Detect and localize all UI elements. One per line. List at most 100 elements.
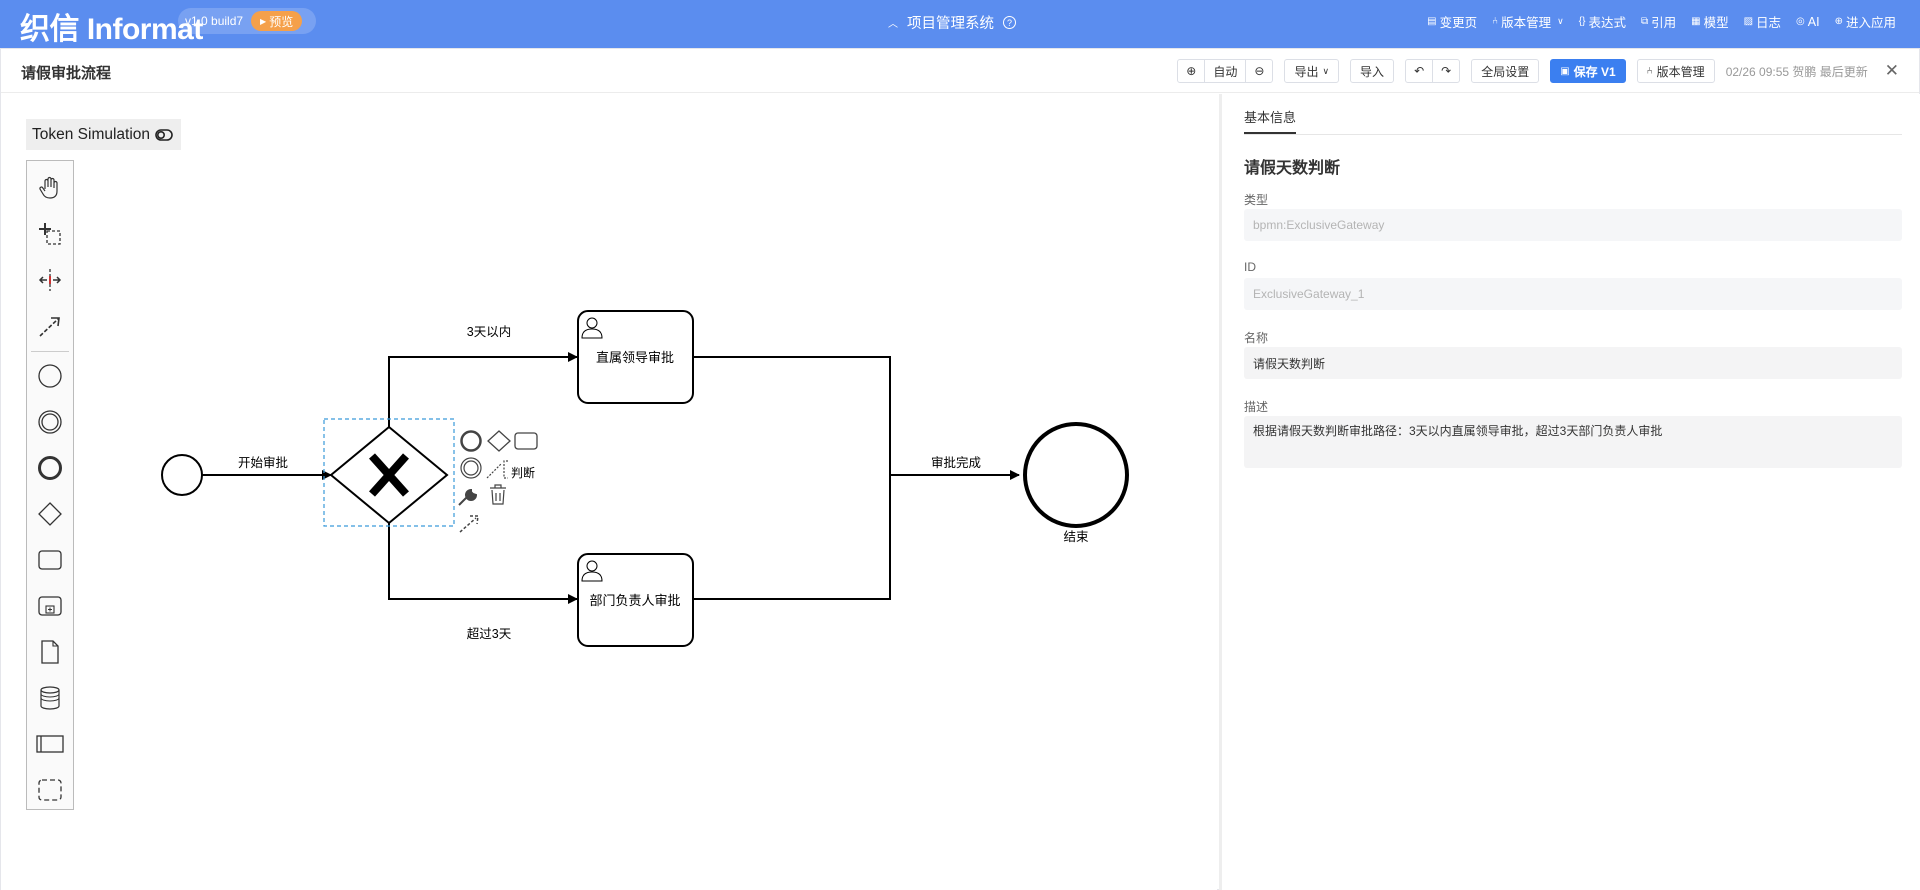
gateway-selection-outline <box>323 418 455 527</box>
process-diagram: 开始审批 3天以内 超过3天 审批完成 判断 直属领导审批 部门负责人审批 结束 <box>161 310 1129 647</box>
braces-icon: {} <box>1578 16 1586 27</box>
user-task-icon <box>581 560 603 582</box>
end-event <box>1023 422 1129 528</box>
chevron-down-icon: ∨ <box>1557 16 1564 26</box>
token-simulation-toggle[interactable]: Token Simulation <box>26 119 181 150</box>
nav-label: 变更页 <box>1439 16 1478 30</box>
top-nav: ▤ 变更页 ⑃ 版本管理 ∨ {} 表达式 ⧉ 引用 ▦ 模型 ▨ 日志 ◎ AI ⊕ 进入应用 <box>1427 12 1896 31</box>
pool-icon[interactable] <box>27 725 73 763</box>
space-tool-icon[interactable] <box>27 261 73 299</box>
import-button[interactable]: 导入 <box>1350 59 1395 83</box>
zoom-auto-button[interactable]: 自动 <box>1205 60 1247 82</box>
undo-icon: ↶ <box>1414 64 1425 78</box>
global-connect-icon[interactable] <box>27 307 73 345</box>
nav-expression[interactable]: {} 表达式 <box>1579 12 1626 31</box>
nav-model[interactable]: ▦ 模型 <box>1691 12 1728 31</box>
flow-label-merge: 审批完成 <box>931 455 981 470</box>
link-icon: ⧉ <box>1640 16 1649 27</box>
task-icon[interactable] <box>27 541 73 579</box>
exclusive-gateway <box>329 425 449 525</box>
flow-task1-to-end <box>693 356 891 475</box>
start-event-icon[interactable] <box>27 357 73 395</box>
description-label: 描述 <box>1244 400 1269 414</box>
description-field[interactable]: 根据请假天数判断审批路径：3天以内直属领导审批，超过3天部门负责人审批 <box>1244 416 1902 468</box>
user-task-icon <box>581 317 603 339</box>
bpmn-canvas[interactable]: Token Simulation 开始审批 3天以内 超过3天 审批完成 判断 … <box>1 94 1217 890</box>
data-object-icon[interactable] <box>27 633 73 671</box>
help-icon[interactable]: ? <box>1003 16 1016 29</box>
redo-icon: ↷ <box>1441 64 1452 78</box>
id-label: ID <box>1244 260 1256 274</box>
end-event-icon[interactable] <box>27 449 73 487</box>
flow-task2-to-end <box>693 470 1020 600</box>
redo-button[interactable]: ↷ <box>1433 60 1459 82</box>
gateway-icon[interactable] <box>27 495 73 533</box>
group-icon[interactable] <box>27 771 73 809</box>
branch-icon: ⑃ <box>1492 16 1499 27</box>
nav-label: AI <box>1807 14 1820 29</box>
start-event <box>161 454 203 496</box>
system-name: 项目管理系统 <box>907 16 994 32</box>
zoom-in-button[interactable]: ⊕ <box>1178 60 1206 82</box>
tab-basic-info[interactable]: 基本信息 <box>1244 107 1297 134</box>
export-button[interactable]: 导出 ∨ <box>1284 59 1340 83</box>
task-direct-manager <box>577 310 694 404</box>
zoom-group: ⊕ 自动 ⊖ <box>1177 59 1274 83</box>
chevron-up-icon: ︿ <box>888 19 898 30</box>
zoom-in-icon: ⊕ <box>1186 64 1197 78</box>
context-gateway-icon <box>487 430 511 452</box>
zoom-out-button[interactable]: ⊖ <box>1246 60 1272 82</box>
toggle-icon <box>155 128 173 141</box>
nav-changelog[interactable]: ▤ 变更页 <box>1427 12 1477 31</box>
chevron-down-icon: ∨ <box>1322 65 1330 76</box>
task-dept-head-label: 部门负责人审批 <box>589 593 680 608</box>
name-field[interactable]: 请假天数判断 <box>1244 347 1902 379</box>
editor-header: 请假审批流程 ⊕ 自动 ⊖ 导出 ∨ 导入 ↶ ↷ 全局设置 ▣ 保存 V1 ⑃ <box>1 49 1919 93</box>
context-task-icon <box>514 432 538 450</box>
preview-label: 预览 <box>269 14 294 29</box>
log-icon: ▨ <box>1743 16 1754 27</box>
editor-toolbar: ⊕ 自动 ⊖ 导出 ∨ 导入 ↶ ↷ 全局设置 ▣ 保存 V1 ⑃ 版本管理 0… <box>1177 59 1899 83</box>
version-manage-button[interactable]: ⑃ 版本管理 <box>1636 59 1715 83</box>
app-logo[interactable]: 织信 Informat <box>20 4 203 48</box>
global-settings-button[interactable]: 全局设置 <box>1471 59 1540 83</box>
context-intermediate-event-icon <box>460 457 482 479</box>
lasso-tool-icon[interactable] <box>27 215 73 253</box>
undo-button[interactable]: ↶ <box>1406 60 1434 82</box>
subprocess-icon[interactable] <box>27 587 73 625</box>
nav-log[interactable]: ▨ 日志 <box>1744 12 1781 31</box>
name-label: 名称 <box>1244 331 1269 345</box>
type-label: 类型 <box>1244 193 1269 207</box>
flow-label-start: 开始审批 <box>238 455 288 470</box>
nav-reference[interactable]: ⧉ 引用 <box>1641 12 1676 31</box>
gateway-x-marker <box>369 453 409 497</box>
top-bar: 织信 Informat v1.0 build7 ▶ 预览 ︿ 项目管理系统 ? … <box>0 0 1920 48</box>
nav-enter-app[interactable]: ⊕ 进入应用 <box>1835 12 1896 31</box>
hand-tool-icon[interactable] <box>27 169 73 207</box>
nav-label: 表达式 <box>1588 16 1626 30</box>
system-switcher[interactable]: ︿ 项目管理系统 ? <box>888 12 1016 33</box>
version-pill: v1.0 build7 ▶ 预览 <box>178 8 316 34</box>
context-connect-icon <box>459 515 479 533</box>
save-label: 保存 V1 <box>1573 64 1616 79</box>
save-button[interactable]: ▣ 保存 V1 <box>1550 59 1626 83</box>
nav-version-manage[interactable]: ⑃ 版本管理 ∨ <box>1492 12 1564 31</box>
close-icon[interactable]: ✕ <box>1885 61 1899 81</box>
branch-icon: ⑃ <box>1646 65 1653 77</box>
save-icon: ▣ <box>1560 65 1570 77</box>
data-store-icon[interactable] <box>27 679 73 717</box>
nav-label: 日志 <box>1756 16 1782 30</box>
intermediate-event-icon[interactable] <box>27 403 73 441</box>
zoom-out-icon: ⊖ <box>1254 64 1265 78</box>
tool-palette <box>26 160 74 810</box>
preview-button[interactable]: ▶ 预览 <box>251 11 303 31</box>
grid-icon: ▦ <box>1691 16 1701 27</box>
play-icon: ▶ <box>260 16 267 26</box>
ai-icon: ◎ <box>1796 16 1805 27</box>
editor-panel: 请假审批流程 ⊕ 自动 ⊖ 导出 ∨ 导入 ↶ ↷ 全局设置 ▣ 保存 V1 ⑃ <box>0 48 1920 890</box>
task-dept-head <box>577 553 694 647</box>
nav-ai[interactable]: ◎ AI <box>1796 12 1820 31</box>
wrench-icon <box>458 488 478 506</box>
enter-app-icon: ⊕ <box>1834 16 1843 27</box>
flow-label-upper: 3天以内 <box>467 325 511 339</box>
